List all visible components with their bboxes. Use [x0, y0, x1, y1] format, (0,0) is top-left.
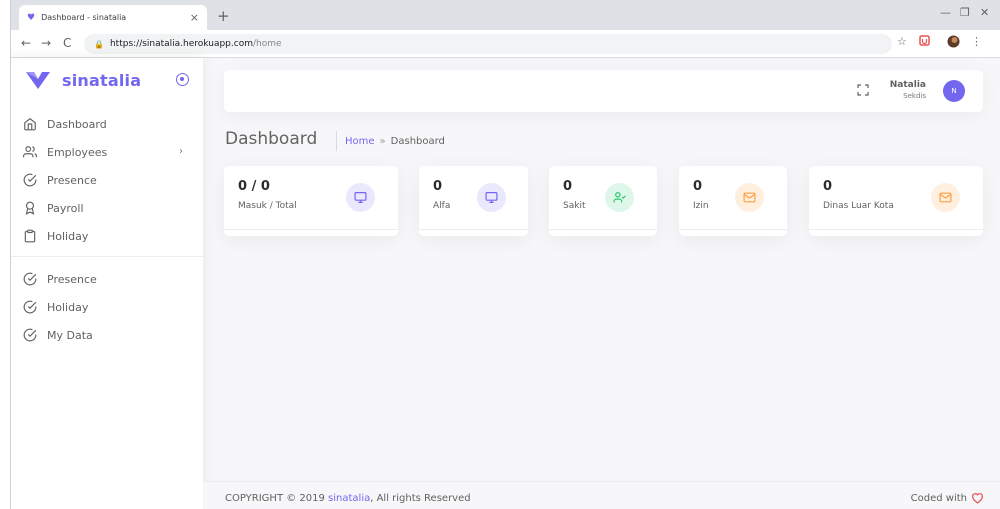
lock-icon: 🔒: [94, 39, 104, 49]
maximize-icon[interactable]: ❐: [960, 6, 970, 19]
tab-title: Dashboard - sinatalia: [41, 13, 127, 22]
stat-card-alfa: 0 Alfa: [419, 166, 528, 236]
monitor-icon: [477, 183, 506, 212]
tab-close-icon[interactable]: ×: [190, 11, 199, 24]
favicon-icon: ♥: [27, 12, 36, 23]
stat-label: Dinas Luar Kota: [823, 201, 894, 211]
extension-icon[interactable]: [919, 35, 930, 49]
copyright-suffix: , All rights Reserved: [370, 493, 471, 504]
stat-card-izin: 0 Izin: [679, 166, 787, 236]
stat-value: 0: [433, 179, 443, 194]
sidebar-item-presence[interactable]: Presence: [11, 166, 203, 194]
stat-label: Alfa: [433, 201, 451, 211]
stat-value: 0: [823, 179, 833, 194]
clipboard-icon: [22, 229, 37, 244]
browser-menu-icon[interactable]: ⋮: [971, 35, 982, 48]
breadcrumb-separator: »: [379, 136, 386, 147]
sidebar-item-label: Presence: [47, 173, 97, 187]
chevron-right-icon: ›: [179, 146, 183, 157]
user-name[interactable]: Natalia: [890, 80, 926, 90]
browser-tab-strip: ♥ Dashboard - sinatalia × + — ❐ ✕: [11, 0, 1000, 30]
sidebar-item-my-holiday[interactable]: Holiday: [11, 293, 203, 321]
stat-card-sakit: 0 Sakit: [549, 166, 657, 236]
copyright-text: COPYRIGHT © 2019 sinatalia, All rights R…: [225, 493, 471, 504]
stat-label: Izin: [693, 201, 709, 211]
stat-card-masuk: 0 / 0 Masuk / Total: [224, 166, 398, 236]
stat-value: 0 / 0: [238, 179, 270, 194]
sidebar-divider: [11, 256, 203, 257]
check-circle-icon: [22, 328, 37, 343]
brand-logo-icon: [26, 72, 50, 89]
sidebar-toggle-icon[interactable]: [176, 73, 189, 86]
url-path: /home: [252, 39, 282, 49]
reload-icon[interactable]: C: [63, 36, 71, 50]
stat-value: 0: [563, 179, 573, 194]
forward-icon[interactable]: →: [41, 36, 51, 50]
user-role: Sekdis: [903, 92, 926, 100]
top-navbar: Natalia Sekdis N: [224, 70, 983, 112]
new-tab-button[interactable]: +: [217, 7, 230, 25]
browser-toolbar: ← → C 🔒 https://sinatalia.herokuapp.com /…: [11, 30, 1000, 58]
sidebar-item-label: Presence: [47, 272, 97, 286]
coded-with-label: Coded with: [910, 492, 967, 504]
minimize-icon[interactable]: —: [940, 6, 951, 19]
breadcrumb-divider: [336, 131, 337, 151]
stat-value: 0: [693, 179, 703, 194]
monitor-icon: [346, 183, 375, 212]
footer: COPYRIGHT © 2019 sinatalia, All rights R…: [203, 481, 1000, 509]
sidebar-item-dashboard[interactable]: Dashboard: [11, 110, 203, 138]
mail-icon: [931, 183, 960, 212]
window-edge: [0, 0, 11, 509]
users-icon: [22, 145, 37, 160]
stat-card-dinas-luar-kota: 0 Dinas Luar Kota: [809, 166, 983, 236]
user-check-icon: [605, 183, 634, 212]
check-circle-icon: [22, 173, 37, 188]
heart-icon: [971, 493, 984, 504]
breadcrumb: Home » Dashboard: [345, 136, 445, 147]
check-circle-icon: [22, 300, 37, 315]
sidebar-item-label: Holiday: [47, 300, 89, 314]
check-circle-icon: [22, 272, 37, 287]
stat-label: Sakit: [563, 201, 586, 211]
sidebar-item-holiday[interactable]: Holiday: [11, 222, 203, 250]
url-host: https://sinatalia.herokuapp.com: [109, 39, 253, 49]
sidebar-menu-secondary: Presence Holiday My Data: [11, 265, 203, 349]
brand[interactable]: sinatalia: [25, 70, 141, 90]
mail-icon: [735, 183, 764, 212]
copyright-prefix: COPYRIGHT © 2019: [225, 493, 325, 504]
profile-avatar-icon[interactable]: [947, 35, 960, 51]
stat-label: Masuk / Total: [238, 201, 297, 211]
avatar[interactable]: N: [943, 80, 965, 102]
browser-tab[interactable]: ♥ Dashboard - sinatalia ×: [19, 5, 207, 30]
sidebar-item-my-presence[interactable]: Presence: [11, 265, 203, 293]
sidebar-item-label: Employees: [47, 145, 108, 159]
sidebar-item-my-data[interactable]: My Data: [11, 321, 203, 349]
sidebar-menu: Dashboard Employees › Presence Payroll H…: [11, 110, 203, 250]
address-bar[interactable]: 🔒 https://sinatalia.herokuapp.com/home: [84, 34, 892, 54]
coded-with: Coded with: [911, 492, 984, 504]
sidebar-item-label: Dashboard: [47, 117, 107, 131]
page-title: Dashboard: [225, 129, 318, 149]
fullscreen-icon[interactable]: [857, 84, 869, 96]
brand-name: sinatalia: [62, 70, 142, 90]
sidebar-item-payroll[interactable]: Payroll: [11, 194, 203, 222]
sidebar-item-employees[interactable]: Employees ›: [11, 138, 203, 166]
back-icon[interactable]: ←: [21, 36, 31, 50]
sidebar: sinatalia Dashboard Employees › Presence…: [11, 58, 203, 509]
sidebar-item-label: Payroll: [47, 201, 84, 215]
breadcrumb-home-link[interactable]: Home: [345, 136, 375, 147]
bookmark-star-icon[interactable]: ☆: [897, 35, 907, 48]
sidebar-item-label: Holiday: [47, 229, 89, 243]
sidebar-item-label: My Data: [47, 328, 93, 342]
breadcrumb-current: Dashboard: [390, 136, 445, 147]
footer-brand-link[interactable]: sinatalia: [328, 493, 370, 504]
close-window-icon[interactable]: ✕: [980, 6, 989, 19]
bookmark-icon: [22, 201, 37, 216]
home-icon: [22, 117, 37, 132]
